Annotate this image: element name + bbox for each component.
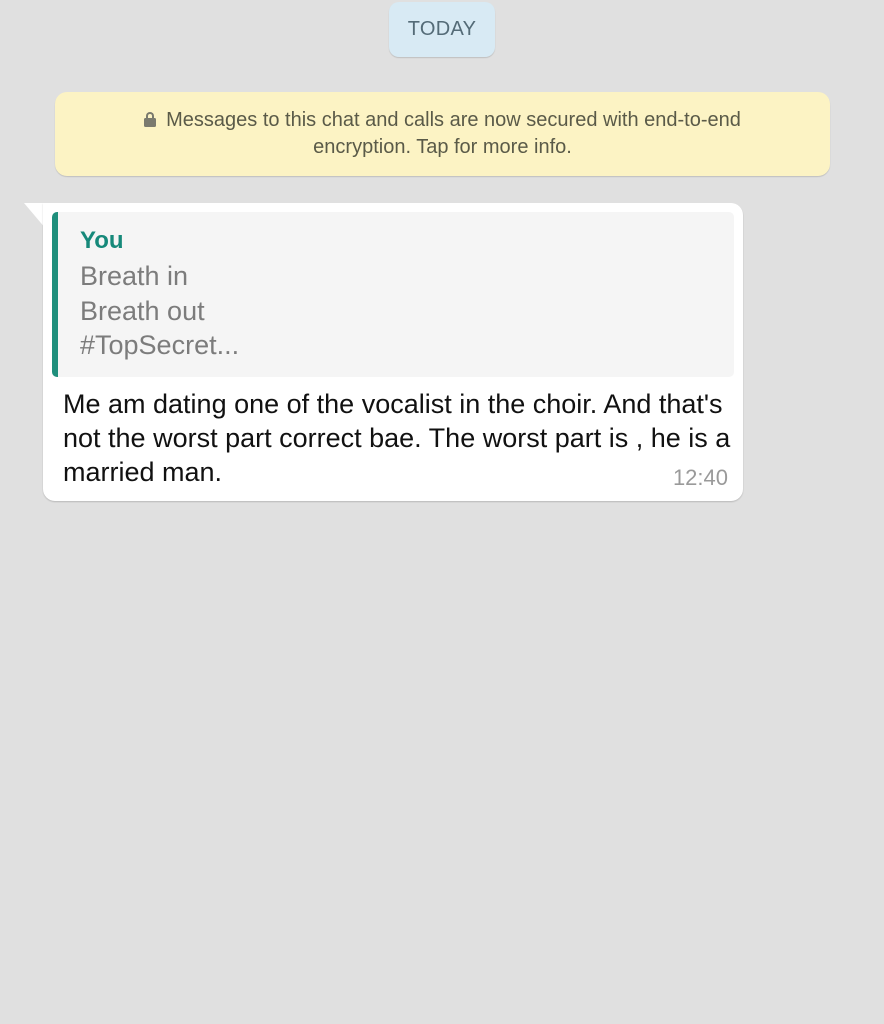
encryption-notice-line-1: Messages to this chat and calls are now …: [166, 109, 741, 131]
quoted-line: #TopSecret...: [80, 330, 240, 360]
quoted-reply[interactable]: You Breath in Breath out #TopSecret...: [52, 212, 734, 377]
lock-icon: [144, 112, 157, 127]
quoted-author: You: [80, 227, 124, 254]
message-timestamp: 12:40: [672, 465, 728, 490]
incoming-message-bubble[interactable]: You Breath in Breath out #TopSecret... M…: [43, 203, 743, 501]
date-divider-label: TODAY: [407, 18, 477, 40]
quoted-line: Breath out: [80, 295, 205, 326]
encryption-notice[interactable]: Messages to this chat and calls are now …: [55, 92, 830, 176]
quoted-line: Breath in: [80, 261, 189, 291]
date-divider: TODAY: [389, 2, 495, 57]
encryption-notice-line-2: encryption. Tap for more info.: [313, 136, 572, 158]
message-text: Me am dating one of the vocalist in the …: [63, 389, 731, 487]
